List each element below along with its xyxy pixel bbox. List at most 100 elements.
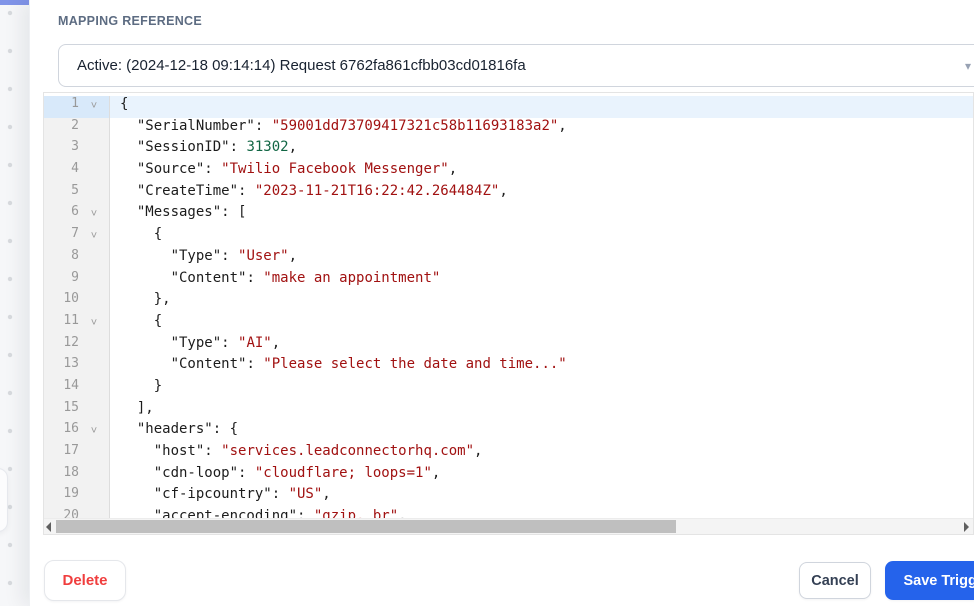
code-text: "Content": "Please select the date and t… bbox=[120, 356, 567, 373]
code-text: "SessionID": 31302, bbox=[120, 139, 298, 156]
chevron-down-icon: ▾ bbox=[964, 59, 971, 73]
gutter-cell: 16 ˅ bbox=[44, 421, 110, 443]
line-number: 8 bbox=[71, 247, 79, 263]
line-number: 16 bbox=[63, 421, 79, 437]
code-text: }, bbox=[120, 291, 171, 308]
code-text: "accept-encoding": "gzip, br", bbox=[120, 508, 407, 518]
code-line-20: 20 "accept-encoding": "gzip, br", bbox=[44, 508, 973, 518]
code-line-6: 6 ˅ "Messages": [ bbox=[44, 204, 973, 227]
code-text: } bbox=[120, 377, 163, 394]
line-number: 18 bbox=[63, 464, 79, 480]
horizontal-scrollbar[interactable] bbox=[44, 518, 973, 534]
request-select-value: Active: (2024-12-18 09:14:14) Request 67… bbox=[77, 57, 526, 74]
line-number: 12 bbox=[63, 334, 79, 350]
line-number: 2 bbox=[71, 117, 79, 133]
code-text: "Type": "User", bbox=[120, 247, 298, 264]
gutter-cell: 9 bbox=[44, 269, 110, 292]
gutter-cell: 3 bbox=[44, 139, 110, 162]
code-line-12: 12 "Type": "AI", bbox=[44, 334, 973, 357]
request-select[interactable]: Active: (2024-12-18 09:14:14) Request 67… bbox=[58, 44, 974, 87]
gutter-cell: 1 ˅ bbox=[44, 96, 110, 118]
line-number: 10 bbox=[63, 291, 79, 307]
gutter-cell: 7 ˅ bbox=[44, 226, 110, 248]
gutter-cell: 2 bbox=[44, 117, 110, 140]
code-line-14: 14 } bbox=[44, 377, 973, 400]
line-number: 20 bbox=[63, 508, 79, 518]
gutter-cell: 20 bbox=[44, 508, 110, 518]
line-number: 6 bbox=[71, 204, 79, 220]
gutter-cell: 19 bbox=[44, 486, 110, 509]
code-lines: 1 ˅{2 "SerialNumber": "59001dd73709417321… bbox=[44, 93, 973, 518]
save-trigger-button[interactable]: Save Trigger bbox=[885, 561, 974, 600]
code-line-18: 18 "cdn-loop": "cloudflare; loops=1", bbox=[44, 464, 973, 487]
fold-chevron-icon[interactable]: ˅ bbox=[82, 204, 106, 226]
workflow-node-partial[interactable] bbox=[0, 468, 8, 532]
line-number: 9 bbox=[71, 269, 79, 285]
scroll-right-arrow-icon[interactable] bbox=[964, 522, 969, 532]
code-text: "headers": { bbox=[120, 421, 239, 438]
line-number: 11 bbox=[63, 312, 79, 328]
line-number: 4 bbox=[71, 161, 79, 177]
gutter-cell: 13 bbox=[44, 356, 110, 378]
code-line-11: 11 ˅ { bbox=[44, 312, 973, 335]
line-number: 7 bbox=[71, 226, 79, 242]
code-line-2: 2 "SerialNumber": "59001dd73709417321c58… bbox=[44, 117, 973, 140]
fold-chevron-icon[interactable]: ˅ bbox=[82, 96, 106, 118]
fold-chevron-icon[interactable]: ˅ bbox=[82, 226, 106, 248]
gutter-cell: 10 bbox=[44, 291, 110, 313]
code-text: ], bbox=[120, 399, 154, 416]
code-line-13: 13 "Content": "Please select the date an… bbox=[44, 356, 973, 378]
code-line-3: 3 "SessionID": 31302, bbox=[44, 139, 973, 162]
trigger-mapping-modal: MAPPING REFERENCE Active: (2024-12-18 09… bbox=[29, 0, 974, 606]
code-line-9: 9 "Content": "make an appointment" bbox=[44, 269, 973, 292]
gutter-cell: 14 bbox=[44, 377, 110, 400]
code-line-5: 5 "CreateTime": "2023-11-21T16:22:42.264… bbox=[44, 182, 973, 205]
code-text: "cdn-loop": "cloudflare; loops=1", bbox=[120, 464, 441, 481]
fold-chevron-icon[interactable]: ˅ bbox=[82, 313, 106, 335]
code-text: { bbox=[120, 312, 163, 329]
gutter-cell: 17 bbox=[44, 443, 110, 465]
code-line-8: 8 "Type": "User", bbox=[44, 247, 973, 270]
line-number: 1 bbox=[71, 96, 79, 111]
cancel-button[interactable]: Cancel bbox=[799, 562, 871, 599]
code-line-19: 19 "cf-ipcountry": "US", bbox=[44, 486, 973, 509]
scroll-left-arrow-icon[interactable] bbox=[46, 522, 51, 532]
gutter-cell: 11 ˅ bbox=[44, 312, 110, 335]
delete-button[interactable]: Delete bbox=[44, 560, 126, 601]
code-text: "cf-ipcountry": "US", bbox=[120, 486, 331, 503]
workflow-canvas-strip bbox=[0, 0, 29, 606]
code-line-1: 1 ˅{ bbox=[44, 96, 973, 118]
json-code-editor[interactable]: 1 ˅{2 "SerialNumber": "59001dd73709417321… bbox=[43, 92, 974, 535]
code-line-16: 16 ˅ "headers": { bbox=[44, 421, 973, 443]
code-text: "Content": "make an appointment" bbox=[120, 269, 441, 286]
code-line-7: 7 ˅ { bbox=[44, 226, 973, 248]
code-text: { bbox=[110, 96, 973, 118]
line-number: 17 bbox=[63, 443, 79, 458]
line-number: 5 bbox=[71, 182, 79, 198]
line-number: 14 bbox=[63, 377, 79, 393]
mapping-reference-label: MAPPING REFERENCE bbox=[58, 14, 203, 28]
line-number: 19 bbox=[63, 486, 79, 502]
canvas-accent-bar bbox=[0, 0, 29, 5]
code-text: "Messages": [ bbox=[120, 204, 247, 221]
h-scrollbar-thumb[interactable] bbox=[56, 520, 676, 533]
gutter-cell: 6 ˅ bbox=[44, 204, 110, 227]
gutter-cell: 15 bbox=[44, 399, 110, 422]
fold-chevron-icon[interactable]: ˅ bbox=[82, 421, 106, 443]
code-text: "CreateTime": "2023-11-21T16:22:42.26448… bbox=[120, 182, 508, 199]
